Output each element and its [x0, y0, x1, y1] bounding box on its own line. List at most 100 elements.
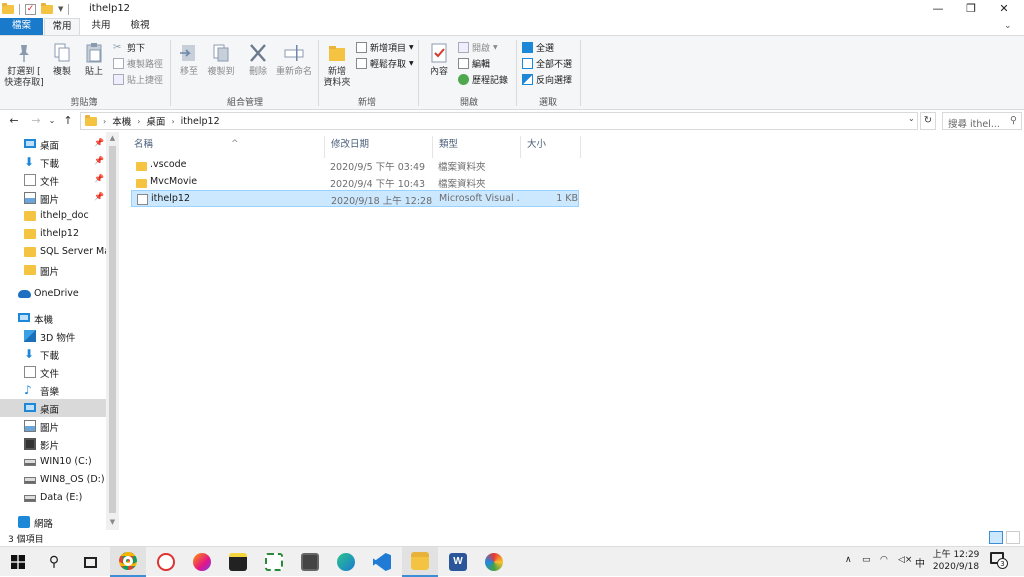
- tab-view[interactable]: 檢視: [122, 18, 158, 35]
- taskbar-paint[interactable]: [476, 547, 512, 577]
- tab-file[interactable]: 檔案: [0, 18, 43, 35]
- taskbar-sticky-notes[interactable]: [220, 547, 256, 577]
- nav-item-ithelp12[interactable]: ithelp12: [0, 225, 106, 243]
- close-button[interactable]: ✕: [988, 0, 1020, 18]
- pin-icon[interactable]: 📌: [94, 192, 104, 201]
- nav-item-pictures[interactable]: 圖片 📌: [0, 189, 106, 207]
- breadcrumb-current[interactable]: ithelp12: [181, 116, 220, 127]
- nav-item-downloads[interactable]: ⬇ 下載 📌: [0, 153, 106, 171]
- nav-item-pictures-folder[interactable]: 圖片: [0, 261, 106, 279]
- copy-to-button[interactable]: 複製到: [205, 42, 237, 78]
- clock[interactable]: 上午 12:29 2020/9/18: [928, 549, 984, 573]
- show-hidden-icons-icon[interactable]: ∧: [845, 555, 852, 565]
- open-button[interactable]: 開啟 ▼: [458, 41, 498, 54]
- nav-item-ithelp-doc[interactable]: ithelp_doc: [0, 207, 106, 225]
- nav-item-documents[interactable]: 文件 📌: [0, 171, 106, 189]
- column-header-size[interactable]: 大小: [521, 136, 581, 158]
- wifi-icon[interactable]: ◠: [880, 555, 888, 565]
- select-none-button[interactable]: 全部不選: [522, 57, 572, 70]
- maximize-button[interactable]: ❐: [955, 0, 987, 18]
- taskbar-word[interactable]: W: [440, 547, 476, 577]
- nav-item-drive-d[interactable]: WIN8_OS (D:): [0, 471, 106, 489]
- select-all-button[interactable]: 全選: [522, 41, 554, 54]
- nav-item-network[interactable]: 網路: [0, 513, 106, 531]
- properties-button[interactable]: 內容: [424, 42, 454, 78]
- collapse-ribbon-icon[interactable]: ⌄: [1004, 21, 1016, 33]
- volume-muted-icon[interactable]: ◁×: [898, 555, 912, 565]
- nav-item-drive-c[interactable]: WIN10 (C:): [0, 453, 106, 471]
- scroll-up-icon[interactable]: ▲: [108, 134, 117, 142]
- file-row[interactable]: .vscode 2020/9/5 下午 03:49 檔案資料夾: [131, 157, 579, 174]
- history-button[interactable]: 歷程記錄: [458, 73, 508, 86]
- nav-item-onedrive[interactable]: OneDrive: [0, 285, 106, 303]
- taskbar-network-tool[interactable]: [256, 547, 292, 577]
- invert-selection-button[interactable]: 反向選擇: [522, 73, 572, 86]
- nav-scrollbar[interactable]: ▲ ▼: [106, 132, 119, 530]
- nav-item-3d-objects[interactable]: 3D 物件: [0, 327, 106, 345]
- paste-shortcut-button[interactable]: 貼上捷徑: [113, 73, 163, 86]
- forward-arrow-icon[interactable]: →: [28, 113, 44, 129]
- nav-item-pc-downloads[interactable]: ⬇ 下載: [0, 345, 106, 363]
- pin-icon[interactable]: 📌: [94, 174, 104, 183]
- nav-item-this-pc[interactable]: 本機: [0, 309, 106, 327]
- nav-item-pc-documents[interactable]: 文件: [0, 363, 106, 381]
- file-row[interactable]: MvcMovie 2020/9/4 下午 10:43 檔案資料夾: [131, 174, 579, 191]
- pin-icon[interactable]: 📌: [94, 156, 104, 165]
- details-view-icon[interactable]: [989, 531, 1003, 544]
- address-bar[interactable]: › 本機 › 桌面 › ithelp12: [80, 112, 918, 130]
- edit-button[interactable]: 編輯: [458, 57, 490, 70]
- taskbar-calculator[interactable]: [292, 547, 328, 577]
- properties-qat-icon[interactable]: ✓: [25, 3, 36, 15]
- recent-locations-icon[interactable]: ⌄: [44, 113, 60, 129]
- copy-path-button[interactable]: 複製路徑: [113, 57, 163, 70]
- address-dropdown-icon[interactable]: ⌄: [908, 114, 915, 123]
- refresh-icon[interactable]: ↻: [920, 112, 936, 130]
- action-center-button[interactable]: 3: [990, 552, 1008, 569]
- taskbar-vscode[interactable]: [364, 547, 400, 577]
- chevron-right-icon[interactable]: ›: [103, 117, 106, 126]
- nav-item-desktop[interactable]: 桌面 📌: [0, 135, 106, 153]
- nav-item-music[interactable]: ♪ 音樂: [0, 381, 106, 399]
- chevron-right-icon[interactable]: ›: [137, 117, 140, 126]
- nav-item-videos[interactable]: 影片: [0, 435, 106, 453]
- taskbar-file-explorer[interactable]: [402, 547, 438, 577]
- easy-access-button[interactable]: 輕鬆存取 ▼: [356, 57, 414, 70]
- taskbar-chrome[interactable]: [110, 547, 146, 577]
- pin-quick-access-button[interactable]: 釘選到 [ 快速存取]: [4, 42, 44, 89]
- task-view-button[interactable]: [72, 547, 108, 577]
- rename-button[interactable]: 重新命名: [274, 42, 314, 78]
- new-folder-button[interactable]: 新增 資料夾: [322, 42, 352, 89]
- tab-share[interactable]: 共用: [83, 18, 119, 35]
- search-input[interactable]: 搜尋 ithel... ⚲: [942, 112, 1022, 130]
- column-header-type[interactable]: 類型: [433, 136, 521, 158]
- cut-button[interactable]: ✂ 剪下: [113, 41, 145, 54]
- nav-item-pc-pictures[interactable]: 圖片: [0, 417, 106, 435]
- battery-icon[interactable]: ▭: [862, 555, 871, 565]
- breadcrumb-this-pc[interactable]: 本機: [112, 114, 131, 128]
- nav-item-drive-e[interactable]: Data (E:): [0, 489, 106, 507]
- move-to-button[interactable]: 移至: [175, 42, 203, 78]
- column-header-date[interactable]: 修改日期: [325, 136, 433, 158]
- breadcrumb-desktop[interactable]: 桌面: [146, 114, 165, 128]
- qat-dropdown-icon[interactable]: ▼: [58, 5, 63, 13]
- delete-button[interactable]: 刪除: [244, 42, 272, 78]
- ime-indicator[interactable]: 中: [915, 555, 925, 570]
- new-item-button[interactable]: 新增項目 ▼: [356, 41, 414, 54]
- back-arrow-icon[interactable]: ←: [6, 113, 22, 129]
- chevron-right-icon[interactable]: ›: [171, 117, 174, 126]
- nav-item-pc-desktop[interactable]: 桌面: [0, 399, 106, 417]
- start-button[interactable]: [0, 547, 36, 577]
- new-folder-qat-icon[interactable]: [41, 2, 53, 14]
- large-icons-view-icon[interactable]: [1006, 531, 1020, 544]
- column-header-name[interactable]: 名稱 ^: [128, 136, 325, 158]
- pin-icon[interactable]: 📌: [94, 138, 104, 147]
- copy-button[interactable]: 複製: [48, 42, 76, 78]
- file-row-selected[interactable]: ithelp12 2020/9/18 上午 12:28 Microsoft Vi…: [131, 190, 579, 207]
- up-arrow-icon[interactable]: ↑: [60, 113, 76, 129]
- minimize-button[interactable]: —: [922, 0, 954, 18]
- nav-item-sql-server[interactable]: SQL Server Mar: [0, 243, 106, 261]
- taskbar-snipping-tool[interactable]: [148, 547, 184, 577]
- scroll-down-icon[interactable]: ▼: [108, 518, 117, 526]
- scrollbar-thumb[interactable]: [109, 146, 116, 513]
- paste-button[interactable]: 貼上: [80, 42, 108, 78]
